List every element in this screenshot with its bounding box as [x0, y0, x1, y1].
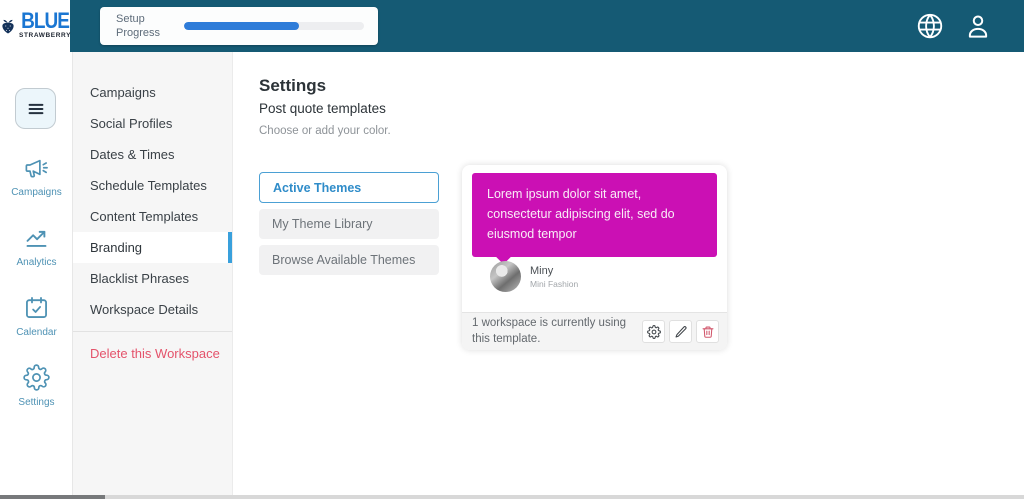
avatar [490, 261, 521, 292]
delete-workspace-link[interactable]: Delete this Workspace [73, 338, 232, 369]
nav-calendar-label: Calendar [16, 327, 57, 338]
calendar-check-icon [26, 297, 47, 318]
page-hint: Choose or add your color. [259, 125, 391, 137]
nav-settings-label: Settings [18, 397, 55, 408]
sidebar-item-social-profiles[interactable]: Social Profiles [73, 108, 232, 139]
language-globe-icon[interactable] [915, 11, 945, 41]
author-text: Miny Mini Fashion [530, 265, 578, 289]
template-card-footer: 1 workspace is currently using this temp… [462, 312, 727, 350]
nav-settings[interactable]: Settings [0, 364, 73, 408]
setup-progress-card: Setup Progress [100, 7, 378, 45]
template-card: Lorem ipsum dolor sit amet, consectetur … [462, 165, 727, 350]
hamburger-icon [28, 103, 43, 114]
trend-up-icon [26, 230, 47, 247]
sidebar-item-content-templates[interactable]: Content Templates [73, 201, 232, 232]
brand-logo[interactable]: BLUE STRAWBERRY [0, 0, 70, 52]
tab-active-themes[interactable]: Active Themes [259, 172, 439, 203]
sidebar-item-blacklist-phrases[interactable]: Blacklist Phrases [73, 263, 232, 294]
tab-browse-available-themes[interactable]: Browse Available Themes [259, 245, 439, 275]
pencil-icon [675, 325, 687, 337]
setup-progress-label: Setup Progress [116, 12, 161, 39]
template-delete-button[interactable] [696, 320, 719, 343]
quote-preview: Lorem ipsum dolor sit amet, consectetur … [472, 173, 717, 265]
author-subtitle: Mini Fashion [530, 278, 579, 289]
template-settings-button[interactable] [642, 320, 665, 343]
sidebar-item-branding[interactable]: Branding [73, 232, 232, 263]
nav-analytics[interactable]: Analytics [0, 224, 73, 268]
app-window: BLUE STRAWBERRY Setup Progress Campaigns… [0, 0, 1024, 500]
sidebar-item-dates-times[interactable]: Dates & Times [73, 139, 232, 170]
top-bar: BLUE STRAWBERRY Setup Progress [0, 0, 1024, 52]
author-name: Miny [530, 264, 554, 277]
nav-analytics-label: Analytics [16, 257, 57, 268]
logo-line2: STRAWBERRY [19, 32, 71, 40]
account-icon[interactable] [963, 11, 993, 41]
quote-text: Lorem ipsum dolor sit amet, consectetur … [487, 187, 675, 241]
quote-author: Miny Mini Fashion [490, 261, 578, 292]
nav-campaigns[interactable]: Campaigns [0, 154, 73, 198]
horizontal-scrollbar[interactable] [0, 495, 1024, 499]
sidebar-divider [73, 331, 232, 332]
page-title: Settings [259, 76, 327, 95]
tab-my-theme-library[interactable]: My Theme Library [259, 209, 439, 239]
horizontal-scrollbar-thumb[interactable] [0, 495, 105, 499]
usage-text: 1 workspace is currently using this temp… [472, 316, 627, 345]
page-subtitle: Post quote templates [259, 101, 386, 116]
setup-progress-bar [184, 22, 364, 30]
theme-tabs: Active Themes My Theme Library Browse Av… [259, 172, 439, 275]
sidebar-item-schedule-templates[interactable]: Schedule Templates [73, 170, 232, 201]
sidebar-item-workspace-details[interactable]: Workspace Details [73, 294, 232, 325]
nav-calendar[interactable]: Calendar [0, 294, 73, 338]
gear-icon [646, 324, 661, 339]
main-content: Settings Post quote templates Choose or … [233, 52, 1024, 496]
setup-progress-fill [184, 22, 300, 30]
sidebar-item-campaigns[interactable]: Campaigns [73, 77, 232, 108]
template-edit-button[interactable] [669, 320, 692, 343]
megaphone-icon [25, 159, 48, 178]
template-actions [642, 320, 719, 343]
strawberry-logo-icon [2, 19, 14, 34]
primary-nav-rail: Campaigns Analytics Calendar Settings [0, 52, 73, 496]
logo-line1: BLUE [21, 9, 70, 34]
trash-icon [702, 326, 713, 338]
nav-campaigns-label: Campaigns [11, 187, 62, 198]
gear-icon [23, 364, 50, 391]
settings-sidebar: Campaigns Social Profiles Dates & Times … [73, 52, 233, 496]
menu-toggle-button[interactable] [15, 88, 56, 129]
logo-text: BLUE STRAWBERRY [19, 9, 71, 40]
